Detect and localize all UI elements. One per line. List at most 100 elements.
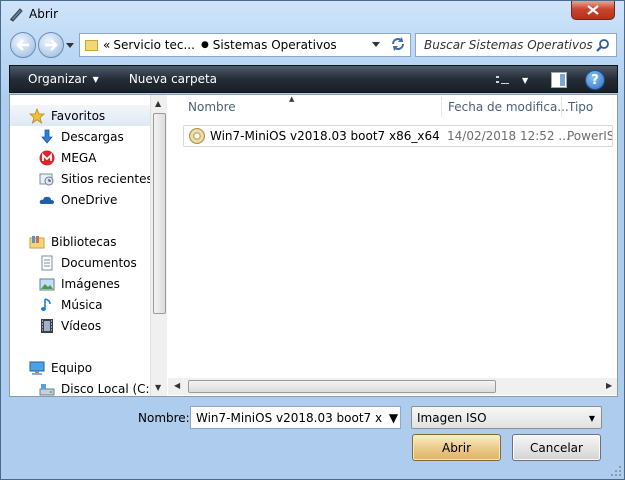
organize-label: Organizar xyxy=(28,72,87,86)
command-toolbar: Organizar ▼ Nueva carpeta ▼ ? xyxy=(9,65,618,93)
file-name-label: Nombre: xyxy=(138,411,190,425)
file-name-value: Win7-MiniOS v2018.03 boot7 x86_x64 xyxy=(196,410,400,425)
column-label: Tipo xyxy=(568,100,594,114)
cancel-label: Cancelar xyxy=(530,440,583,455)
resize-grip-icon[interactable] xyxy=(610,465,622,477)
column-header-type[interactable]: Tipo xyxy=(568,95,593,119)
chevron-down-icon: ▼ xyxy=(388,410,399,425)
star-icon xyxy=(29,107,45,124)
file-type-select[interactable]: Imagen ISO ▼ xyxy=(411,406,602,429)
title-bar[interactable]: Abrir xyxy=(1,1,624,29)
nav-computer[interactable]: Equipo xyxy=(10,357,150,378)
column-divider[interactable] xyxy=(561,97,562,117)
view-dropdown-icon[interactable]: ▼ xyxy=(522,76,528,85)
library-icon xyxy=(29,235,45,248)
nav-item-music[interactable]: Música xyxy=(10,294,150,315)
nav-label: OneDrive xyxy=(61,192,118,207)
cloud-icon xyxy=(39,196,54,204)
breadcrumb-item[interactable]: Servicio tec... xyxy=(113,38,195,52)
scroll-left-icon[interactable]: ◀ xyxy=(174,381,180,390)
nav-item-documents[interactable]: Documentos xyxy=(10,252,150,273)
file-name-input[interactable]: Win7-MiniOS v2018.03 boot7 x86_x64 ▼ xyxy=(190,406,401,429)
nav-item-downloads[interactable]: Descargas xyxy=(10,126,150,147)
document-icon xyxy=(41,255,53,270)
help-button[interactable]: ? xyxy=(585,70,605,90)
nav-label: MEGA xyxy=(61,150,97,165)
computer-icon xyxy=(29,361,45,375)
scrollbar-thumb[interactable] xyxy=(153,113,166,314)
file-list[interactable]: ▲ Nombre Fecha de modifica... Tipo Win7-… xyxy=(168,95,617,396)
picture-icon xyxy=(39,278,55,290)
column-label: Nombre xyxy=(188,100,236,114)
mega-icon xyxy=(39,150,55,165)
scroll-up-icon[interactable]: ▲ xyxy=(155,99,161,108)
column-header-name[interactable]: Nombre xyxy=(188,95,236,119)
nav-item-local-disk[interactable]: Disco Local (C:) xyxy=(10,378,154,396)
column-divider[interactable] xyxy=(441,97,442,117)
column-label: Fecha de modifica... xyxy=(448,100,569,114)
nav-item-recent-places[interactable]: Sitios recientes xyxy=(10,168,153,189)
search-icon[interactable] xyxy=(596,38,610,52)
chevron-down-icon: ▼ xyxy=(92,74,99,84)
nav-item-onedrive[interactable]: OneDrive xyxy=(10,189,150,210)
open-label: Abrir xyxy=(441,440,472,455)
open-button[interactable]: Abrir xyxy=(412,434,501,461)
browser-panel: Favoritos Descargas MEGA Sitios reciente… xyxy=(9,94,618,397)
new-folder-button[interactable]: Nueva carpeta xyxy=(129,72,217,86)
download-arrow-icon xyxy=(41,129,53,144)
change-view-button[interactable]: ▼ xyxy=(496,72,536,88)
search-input[interactable]: Buscar Sistemas Operativos xyxy=(415,33,617,57)
address-bar[interactable]: « Servicio tec... ● Sistemas Operativos xyxy=(79,33,411,57)
nav-label: Favoritos xyxy=(51,108,106,123)
column-header-modified[interactable]: Fecha de modifica... xyxy=(448,95,569,119)
nav-label: Vídeos xyxy=(61,318,102,333)
disc-image-icon xyxy=(189,128,205,144)
navigation-bar: « Servicio tec... ● Sistemas Operativos … xyxy=(1,29,624,63)
navigation-scrollbar[interactable]: ▲ ▼ xyxy=(150,95,167,396)
breadcrumb-overflow[interactable]: « xyxy=(103,38,110,52)
organize-button[interactable]: Organizar ▼ xyxy=(28,72,99,86)
address-dropdown-icon[interactable] xyxy=(372,42,380,48)
breadcrumb-separator-icon[interactable]: ● xyxy=(201,40,209,50)
music-note-icon xyxy=(41,297,51,311)
nav-label: Sitios recientes xyxy=(61,171,153,186)
window-title: Abrir xyxy=(29,7,59,21)
nav-label: Descargas xyxy=(61,129,124,144)
nav-libraries[interactable]: Bibliotecas xyxy=(10,231,150,252)
open-dialog: Abrir « Servicio tec... ● Sistemas Opera… xyxy=(0,0,625,480)
breadcrumb-item[interactable]: Sistemas Operativos xyxy=(213,38,337,52)
chevron-down-icon: ▼ xyxy=(588,414,595,423)
forward-button[interactable] xyxy=(38,32,64,58)
refresh-button[interactable] xyxy=(387,34,409,54)
close-icon xyxy=(587,5,599,15)
file-name: Win7-MiniOS v2018.03 boot7 x86_x64 xyxy=(210,129,440,143)
history-dropdown-icon[interactable] xyxy=(66,43,74,49)
nav-item-videos[interactable]: Vídeos xyxy=(10,315,150,336)
file-type-value: Imagen ISO xyxy=(417,410,487,425)
view-list-icon xyxy=(496,76,509,84)
nav-item-mega[interactable]: MEGA xyxy=(10,147,150,168)
search-placeholder: Buscar Sistemas Operativos xyxy=(424,38,593,52)
file-name-dropdown[interactable]: ▼ xyxy=(382,407,400,428)
back-button[interactable] xyxy=(10,32,36,58)
refresh-icon xyxy=(392,37,404,51)
file-row[interactable]: Win7-MiniOS v2018.03 boot7 x86_x64 14/02… xyxy=(183,125,613,147)
preview-pane-button[interactable] xyxy=(551,72,567,88)
arrow-right-icon xyxy=(45,39,58,51)
file-list-scrollbar[interactable]: ◀ ▶ xyxy=(168,378,617,395)
cancel-button[interactable]: Cancelar xyxy=(512,434,601,461)
nav-label: Bibliotecas xyxy=(51,234,117,249)
scroll-down-icon[interactable]: ▼ xyxy=(155,383,161,392)
close-button[interactable] xyxy=(571,1,615,20)
navigation-pane[interactable]: Favoritos Descargas MEGA Sitios reciente… xyxy=(10,95,167,396)
nav-favorites[interactable]: Favoritos xyxy=(10,105,150,126)
film-icon xyxy=(41,318,53,333)
nav-item-pictures[interactable]: Imágenes xyxy=(10,273,150,294)
pen-icon xyxy=(10,8,23,22)
preview-pane-icon xyxy=(560,74,565,86)
nav-label: Imágenes xyxy=(61,276,120,291)
hard-drive-icon xyxy=(39,383,55,395)
scroll-right-icon[interactable]: ▶ xyxy=(606,381,612,390)
help-icon: ? xyxy=(591,72,599,88)
scrollbar-thumb[interactable] xyxy=(188,380,496,393)
